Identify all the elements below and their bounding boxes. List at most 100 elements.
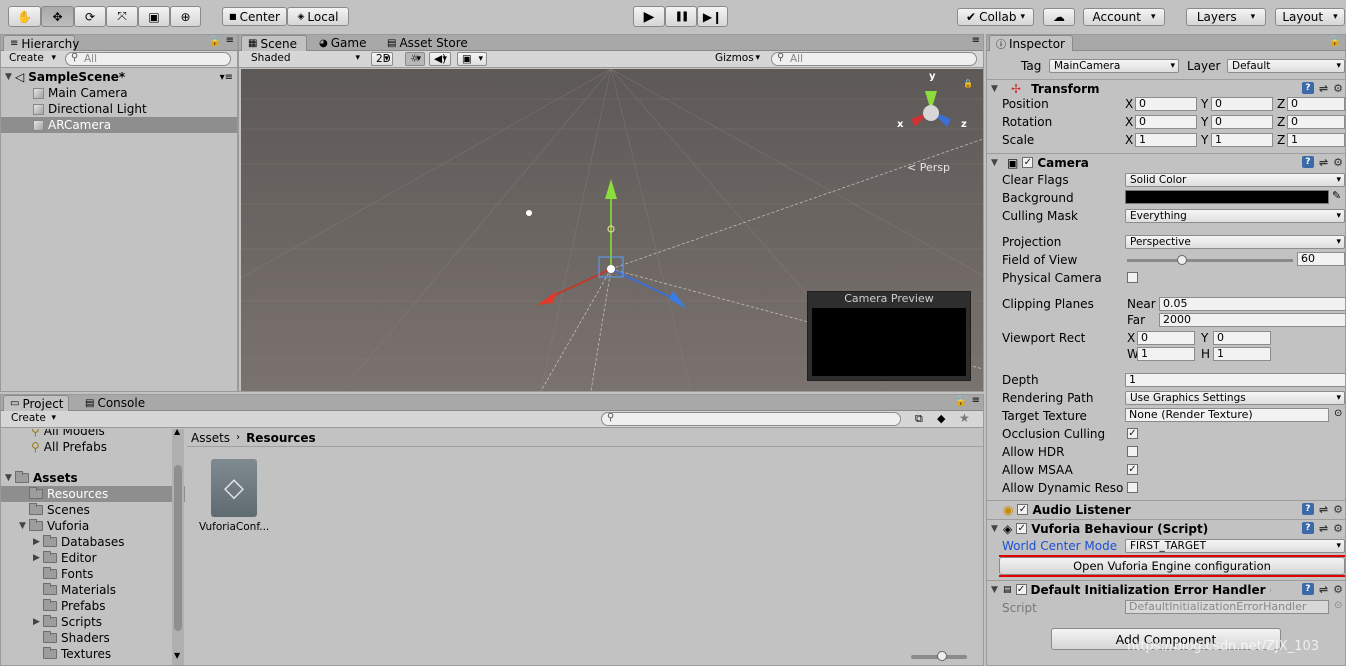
preset-icon[interactable]: ⇌ <box>1319 82 1328 95</box>
hierarchy-search-input[interactable]: All <box>65 52 231 66</box>
hand-tool-button[interactable]: ✋ <box>8 6 41 27</box>
transform-tool-button[interactable]: ⊕ <box>170 6 201 27</box>
help-icon[interactable]: ? <box>1301 583 1314 595</box>
viewport-w-field[interactable]: 1 <box>1137 347 1195 361</box>
filter-type-icon[interactable]: ⧉ <box>915 412 923 426</box>
collab-dropdown[interactable]: ✔ Collab ▾ <box>957 8 1034 26</box>
occlusion-culling-checkbox[interactable]: ✓ <box>1127 428 1138 439</box>
near-field[interactable]: 0.05 <box>1159 297 1345 311</box>
transform-x-field[interactable]: 0 <box>1135 97 1197 111</box>
menu-icon[interactable]: ≡ <box>972 35 980 46</box>
tree-item[interactable]: ▶ Editor <box>1 550 185 566</box>
expand-arrow-icon[interactable]: ▼ <box>19 521 29 531</box>
transform-y-field[interactable]: 1 <box>1211 133 1273 147</box>
help-icon[interactable]: ? <box>1301 156 1314 168</box>
transform-x-field[interactable]: 0 <box>1135 115 1197 129</box>
breadcrumb-item[interactable]: Resources <box>246 431 316 445</box>
viewport-y-field[interactable]: 0 <box>1213 331 1271 345</box>
audio-toggle[interactable]: ◀) <box>429 52 451 66</box>
settings-gear-icon[interactable]: ⚙ <box>1333 156 1343 169</box>
persp-label[interactable]: < Persp <box>907 161 950 174</box>
open-vuforia-config-button[interactable]: Open Vuforia Engine configuration <box>999 557 1345 575</box>
favorite-star-icon[interactable]: ★ <box>959 411 970 425</box>
tree-item[interactable]: Fonts <box>1 566 185 582</box>
slider-thumb[interactable] <box>937 651 947 661</box>
clear-flags-dropdown[interactable]: Solid Color <box>1125 173 1345 187</box>
slider-thumb[interactable] <box>1176 255 1187 265</box>
help-icon[interactable]: ? <box>1301 82 1314 94</box>
favorite-item[interactable]: ⚲ All Prefabs <box>1 439 185 455</box>
favorite-item[interactable]: ⚲ All Models <box>1 429 185 439</box>
rect-tool-button[interactable]: ▣ <box>138 6 170 27</box>
fov-slider[interactable] <box>1127 255 1293 265</box>
menu-icon[interactable]: ≡ <box>972 395 980 406</box>
tree-item[interactable]: Scenes <box>1 502 185 518</box>
pivot-center-button[interactable]: ■ Center <box>222 7 287 26</box>
preset-icon[interactable]: ⇌ <box>1319 522 1328 535</box>
transform-y-field[interactable]: 0 <box>1211 115 1273 129</box>
scroll-down-icon[interactable]: ▼ <box>174 651 180 660</box>
transform-y-field[interactable]: 0 <box>1211 97 1273 111</box>
rendering-path-dropdown[interactable]: Use Graphics Settings <box>1125 391 1345 405</box>
preset-icon[interactable]: ⇌ <box>1319 156 1328 169</box>
rotate-tool-button[interactable]: ⟳ <box>74 6 106 27</box>
audio-listener-enabled-checkbox[interactable]: ✓ <box>1017 504 1029 515</box>
expand-arrow-icon[interactable]: ▼ <box>991 158 1001 168</box>
expand-arrow-icon[interactable]: ▼ <box>991 524 1001 534</box>
layers-dropdown[interactable]: Layers ▾ <box>1186 8 1266 26</box>
culling-mask-dropdown[interactable]: Everything <box>1125 209 1345 223</box>
shading-dropdown[interactable]: Shaded <box>247 52 363 66</box>
tab-scene[interactable]: ▦ Scene <box>241 35 307 51</box>
filter-label-icon[interactable]: ◆ <box>937 412 945 425</box>
far-field[interactable]: 2000 <box>1159 313 1345 327</box>
help-icon[interactable]: ? <box>1301 503 1314 515</box>
tree-item[interactable]: Resources <box>1 486 185 502</box>
expand-arrow-icon[interactable]: ▶ <box>33 553 43 563</box>
projection-dropdown[interactable]: Perspective <box>1125 235 1345 249</box>
expand-arrow-icon[interactable]: ▼ <box>5 473 15 483</box>
vuforia-behaviour-header[interactable]: ▼ ◈ ✓ Vuforia Behaviour (Script) ? ⇌ ⚙ <box>987 519 1345 537</box>
allow-hdr-checkbox[interactable] <box>1127 446 1138 457</box>
expand-arrow-icon[interactable]: ▼ <box>5 72 15 82</box>
error-handler-enabled-checkbox[interactable]: ✓ <box>1015 584 1027 595</box>
project-search-input[interactable] <box>601 412 901 426</box>
menu-icon[interactable]: ≡ <box>226 35 234 46</box>
assets-root[interactable]: ▼ Assets <box>1 470 185 486</box>
help-icon[interactable]: ? <box>1301 522 1314 534</box>
tab-game[interactable]: ◕ Game <box>313 35 372 51</box>
allow-msaa-checkbox[interactable]: ✓ <box>1127 464 1138 475</box>
tree-item[interactable]: Prefabs <box>1 598 185 614</box>
cloud-button[interactable]: ☁ <box>1043 8 1075 26</box>
target-texture-field[interactable]: None (Render Texture) <box>1125 408 1329 422</box>
play-button[interactable]: ▶ <box>633 6 665 27</box>
mode-2d-button[interactable]: 2D <box>371 52 393 66</box>
expand-arrow-icon[interactable]: ▶ <box>33 617 43 627</box>
tab-asset-store[interactable]: ▤ Asset Store <box>381 35 474 51</box>
tree-item[interactable]: Shaders <box>1 630 185 646</box>
tree-item[interactable]: Textures <box>1 646 185 662</box>
settings-gear-icon[interactable]: ⚙ <box>1333 583 1343 596</box>
scrollbar-thumb[interactable] <box>174 465 182 631</box>
tab-project[interactable]: ▭ Project <box>3 395 69 411</box>
tab-inspector[interactable]: ⓘ Inspector <box>989 35 1073 51</box>
fov-field[interactable]: 60 <box>1297 252 1345 266</box>
depth-field[interactable]: 1 <box>1125 373 1345 387</box>
viewport-h-field[interactable]: 1 <box>1213 347 1271 361</box>
scene-viewport[interactable]: y x z 🔒 < Persp Camera Preview <box>241 69 983 391</box>
hierarchy-item-selected[interactable]: ARCamera <box>1 117 237 133</box>
tag-dropdown[interactable]: MainCamera <box>1049 59 1179 73</box>
icon-size-slider[interactable] <box>911 651 967 661</box>
settings-gear-icon[interactable]: ⚙ <box>1333 503 1343 516</box>
tree-scrollbar[interactable]: ▲ ▼ <box>172 427 184 665</box>
layer-dropdown[interactable]: Default <box>1227 59 1345 73</box>
asset-tile[interactable]: ◇ VuforiaConf... <box>199 459 269 539</box>
allow-dynamic-resolution-checkbox[interactable] <box>1127 482 1138 493</box>
expand-arrow-icon[interactable]: ▼ <box>991 84 1001 94</box>
transform-header[interactable]: ▼ ✢ Transform ? ⇌ ⚙ <box>987 79 1345 97</box>
pivot-local-button[interactable]: ◈ Local <box>287 7 349 26</box>
lock-icon[interactable]: 🔒 <box>209 36 221 47</box>
background-color-field[interactable] <box>1125 190 1329 204</box>
scene-row[interactable]: ▼ ◁ SampleScene* ▾≡ <box>1 69 237 85</box>
lighting-toggle[interactable]: ☼ <box>405 52 425 66</box>
move-tool-button[interactable]: ✥ <box>41 6 74 27</box>
